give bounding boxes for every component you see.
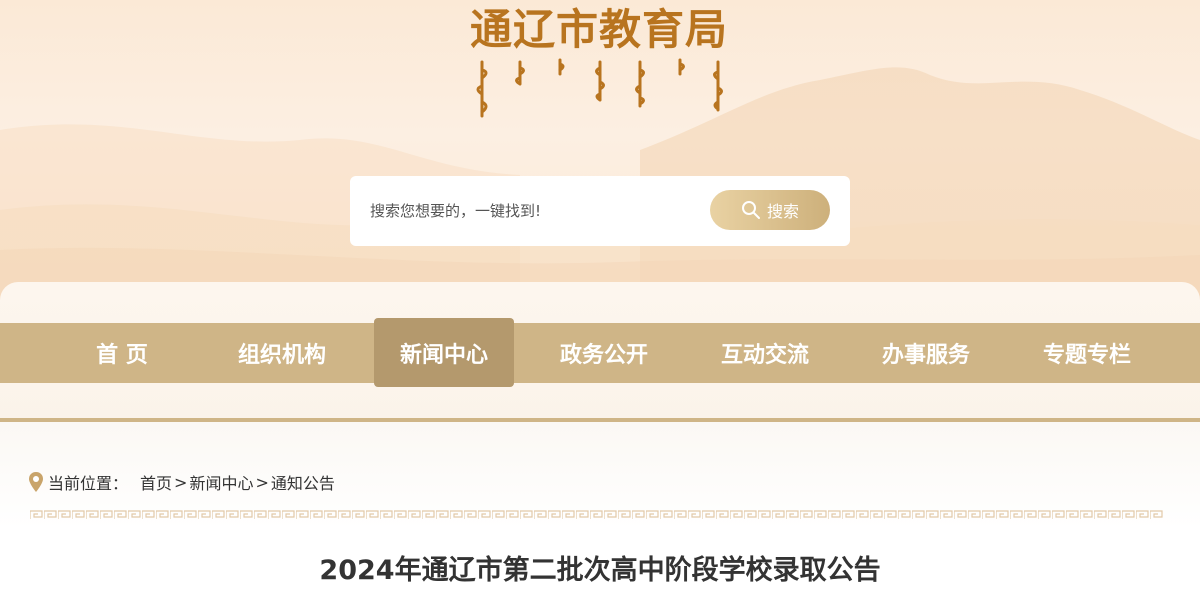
search-icon [741, 201, 760, 219]
nav-item-organization[interactable]: 组织机构 [212, 323, 352, 383]
location-pin-icon [29, 472, 43, 492]
breadcrumb-separator: > [255, 472, 269, 492]
breadcrumb-label: 当前位置： [48, 474, 129, 493]
search-box: 搜索 [350, 176, 850, 246]
breadcrumb-separator: > [174, 472, 188, 492]
breadcrumb-home-link[interactable]: 首页 [140, 470, 172, 494]
breadcrumb-news-center-link[interactable]: 新闻中心 [189, 470, 253, 494]
mongolian-script-title [476, 58, 723, 118]
nav-item-government-affairs[interactable]: 政务公开 [534, 323, 674, 383]
search-button-label: 搜索 [766, 202, 799, 221]
search-button[interactable]: 搜索 [710, 190, 830, 230]
search-input[interactable] [370, 196, 710, 226]
nav-item-services[interactable]: 办事服务 [856, 323, 996, 383]
decorative-fret-divider [30, 510, 1164, 520]
nav-item-news-center[interactable]: 新闻中心 [374, 318, 514, 387]
breadcrumb-notices-link[interactable]: 通知公告 [271, 470, 335, 494]
site-title: 通辽市教育局 [470, 5, 729, 54]
article-title: 2024年通辽市第二批次高中阶段学校录取公告 [319, 555, 881, 586]
nav-item-interaction[interactable]: 互动交流 [695, 323, 835, 383]
nav-item-special-topics[interactable]: 专题专栏 [1017, 323, 1157, 383]
nav-item-home[interactable]: 首 页 [52, 323, 192, 383]
site-header: 通辽市教育局 搜索 [0, 0, 1200, 300]
breadcrumb: 当前位置： 首页 > 新闻中心 > 通知公告 [28, 470, 335, 494]
